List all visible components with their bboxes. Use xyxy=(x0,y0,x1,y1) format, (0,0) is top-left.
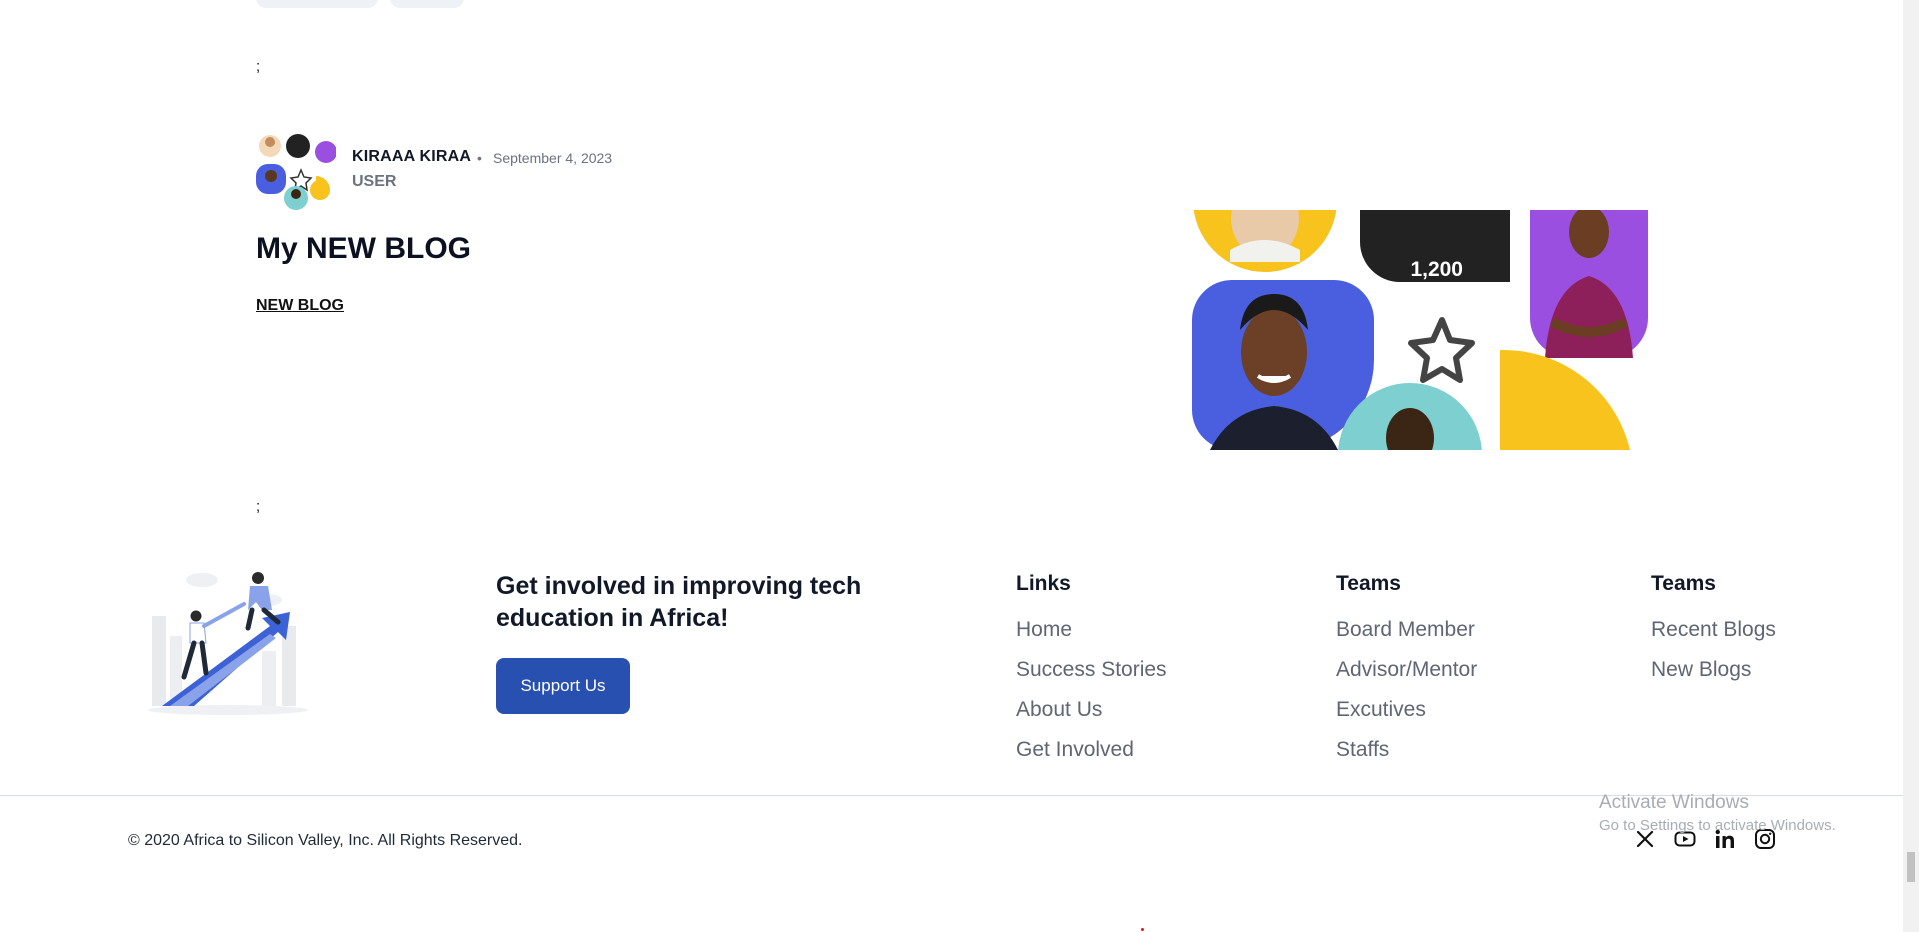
page-scrollbar[interactable] xyxy=(1903,0,1919,932)
footer-column-teams: Teams Board Member Advisor/Mentor Excuti… xyxy=(1336,572,1477,770)
footer-link-staffs[interactable]: Staffs xyxy=(1336,730,1477,770)
separator-text: ; xyxy=(256,498,261,515)
footer-column-heading: Links xyxy=(1016,572,1071,595)
cursor-dot xyxy=(1141,928,1144,931)
footer-link-success-stories[interactable]: Success Stories xyxy=(1016,650,1167,690)
footer-link-about-us[interactable]: About Us xyxy=(1016,690,1167,730)
footer-column-links: Links Home Success Stories About Us Get … xyxy=(1016,572,1167,770)
cta-heading: Get involved in improving tech education… xyxy=(496,572,862,632)
scrollbar-thumb[interactable] xyxy=(1907,852,1915,882)
footer-link-home[interactable]: Home xyxy=(1016,610,1167,650)
separator-text: ; xyxy=(256,58,261,75)
author-role: USER xyxy=(352,173,397,190)
footer-link-new-blogs[interactable]: New Blogs xyxy=(1651,650,1776,690)
footer-column-blogs: Teams Recent Blogs New Blogs xyxy=(1651,572,1776,690)
stat-number: 1,200 xyxy=(1410,258,1463,281)
footer-link-get-involved[interactable]: Get Involved xyxy=(1016,730,1167,770)
author-avatar[interactable] xyxy=(256,132,336,210)
footer-illustration xyxy=(148,572,308,715)
footer-link-board-member[interactable]: Board Member xyxy=(1336,610,1477,650)
blog-cover-image: 1,200 xyxy=(1192,210,1648,450)
meta-separator: • xyxy=(477,150,482,166)
footer-link-advisor-mentor[interactable]: Advisor/Mentor xyxy=(1336,650,1477,690)
activate-windows-subtitle: Go to Settings to activate Windows. xyxy=(1599,817,1836,834)
author-name[interactable]: KIRAAA KIRAA xyxy=(352,148,471,166)
post-title[interactable]: My NEW BLOG xyxy=(256,232,471,266)
tag-pill[interactable] xyxy=(390,0,464,8)
copyright-text: © 2020 Africa to Silicon Valley, Inc. Al… xyxy=(128,832,523,849)
post-link[interactable]: NEW BLOG xyxy=(256,297,344,315)
post-date: September 4, 2023 xyxy=(493,150,613,166)
activate-windows-title: Activate Windows xyxy=(1599,792,1749,813)
footer-column-heading: Teams xyxy=(1651,572,1716,595)
support-us-button[interactable]: Support Us xyxy=(496,658,630,714)
tag-pill[interactable] xyxy=(256,0,378,8)
footer-link-recent-blogs[interactable]: Recent Blogs xyxy=(1651,610,1776,650)
footer-column-heading: Teams xyxy=(1336,572,1401,595)
footer-link-executives[interactable]: Excutives xyxy=(1336,690,1477,730)
